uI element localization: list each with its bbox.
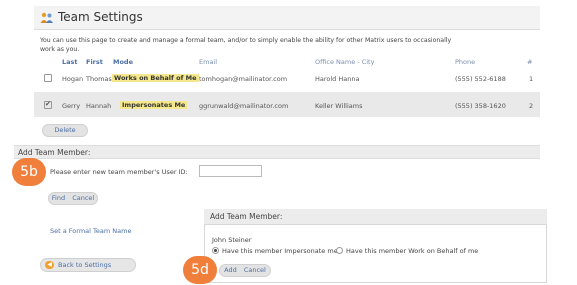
- row-checkbox[interactable]: [44, 100, 52, 109]
- page-description: You can use this page to create and mana…: [40, 37, 452, 53]
- user-id-prompt: Please enter new team member's User ID:: [50, 168, 188, 176]
- impersonate-label: Have this member Impersonate me: [222, 247, 338, 255]
- find-button[interactable]: Find: [52, 194, 65, 202]
- header-last[interactable]: Last: [62, 58, 78, 66]
- cell-email: ggrunwald@mailinator.com: [199, 102, 289, 110]
- header-phone[interactable]: Phone: [455, 58, 475, 66]
- cancel-button[interactable]: Cancel: [72, 194, 94, 202]
- header-number: #: [527, 58, 533, 66]
- work-on-behalf-radio[interactable]: [336, 247, 343, 254]
- back-arrow-icon: ◀: [45, 261, 54, 269]
- work-on-behalf-label: Have this member Work on Behalf of me: [346, 247, 479, 255]
- cell-first: Thomas: [86, 75, 112, 83]
- header-email[interactable]: Email: [199, 58, 217, 66]
- cell-first: Hannah: [86, 102, 112, 110]
- cell-mode: Works on Behalf of Me: [112, 74, 199, 82]
- impersonate-radio[interactable]: [212, 247, 219, 254]
- cell-office: Harold Hanna: [315, 75, 360, 83]
- add-button[interactable]: Add: [224, 266, 237, 274]
- step-badge-5d: 5d: [183, 256, 217, 284]
- add-member-heading: Add Team Member:: [14, 145, 540, 159]
- cell-phone: (555) 552-6188: [455, 75, 506, 83]
- cell-phone: (555) 358-1620: [455, 102, 506, 110]
- delete-button[interactable]: Delete: [42, 124, 88, 137]
- cell-mode: Impersonates Me: [120, 101, 188, 109]
- header-office[interactable]: Office Name - City: [315, 58, 374, 66]
- cell-office: Keller Williams: [315, 102, 363, 110]
- user-id-input[interactable]: [199, 165, 262, 177]
- popup-cancel-button[interactable]: Cancel: [244, 266, 266, 274]
- page-title: Team Settings: [58, 10, 143, 24]
- formal-team-name-link[interactable]: Set a Formal Team Name: [50, 227, 131, 235]
- back-to-settings-label[interactable]: Back to Settings: [58, 261, 111, 269]
- row-checkbox[interactable]: [44, 74, 52, 82]
- header-mode[interactable]: Mode: [113, 58, 133, 66]
- step-badge-5b: 5b: [12, 158, 46, 186]
- header-first[interactable]: First: [86, 58, 103, 66]
- cell-email: tomhogan@mailinator.com: [199, 75, 288, 83]
- member-name: John Steiner: [212, 236, 252, 244]
- cell-number: 1: [529, 75, 534, 83]
- cell-last: Gerry: [62, 102, 81, 110]
- popup-add-cancel-buttons: Add Cancel: [219, 264, 271, 277]
- cell-number: 2: [529, 102, 534, 110]
- cell-last: Hogan: [62, 75, 84, 83]
- team-icon: [40, 12, 53, 23]
- popup-heading: Add Team Member:: [204, 209, 547, 225]
- find-cancel-buttons: Find Cancel: [48, 192, 98, 205]
